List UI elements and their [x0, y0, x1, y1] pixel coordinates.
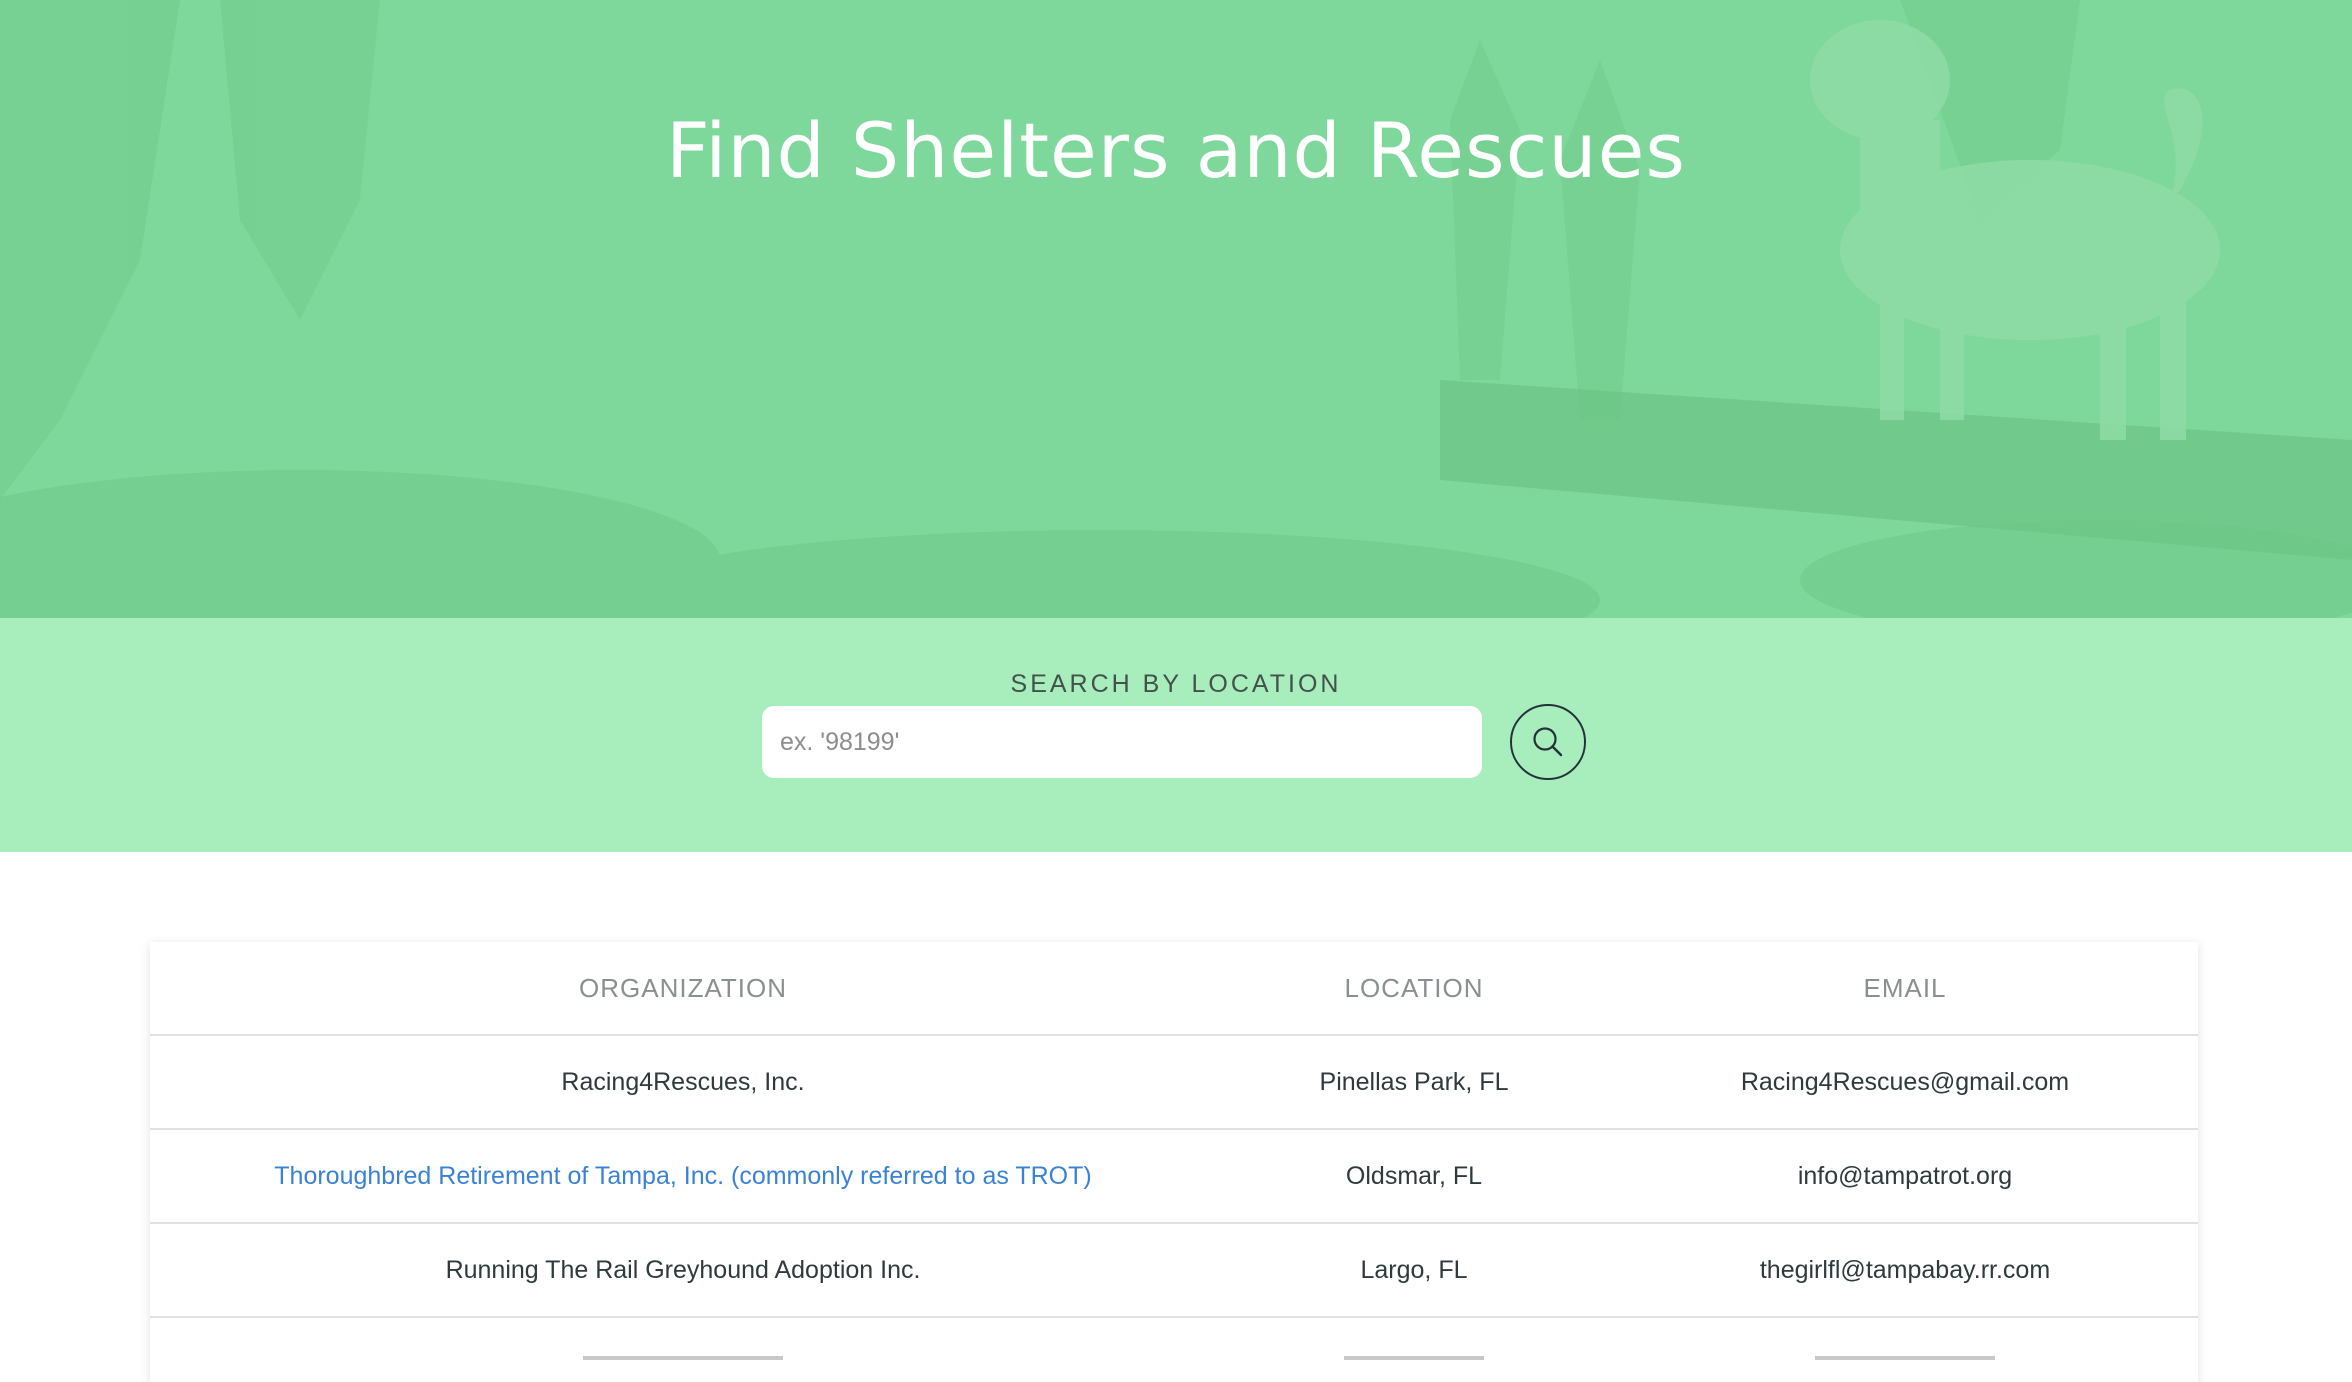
table-row: Running The Rail Greyhound Adoption Inc.… — [150, 1224, 2198, 1318]
search-icon — [1533, 727, 1563, 757]
table-row-partially-visible — [150, 1318, 2198, 1378]
page-title: Find Shelters and Rescues — [666, 106, 1686, 195]
email-cell: thegirlfl@tampabay.rr.com — [1759, 1255, 2051, 1284]
organization-link[interactable]: Thoroughbred Retirement of Tampa, Inc. (… — [150, 1162, 1216, 1191]
table-header-row: ORGANIZATION LOCATION EMAIL — [150, 942, 2198, 1036]
organization-cell-cutoff — [150, 1338, 1216, 1367]
location-cell: Pinellas Park, FL — [1319, 1067, 1509, 1096]
table-row: Thoroughbred Retirement of Tampa, Inc. (… — [150, 1130, 2198, 1224]
shelters-table: ORGANIZATION LOCATION EMAIL Racing4Rescu… — [150, 942, 2198, 1382]
table-row: Racing4Rescues, Inc. Pinellas Park, FL R… — [150, 1036, 2198, 1130]
cutoff-text-fragment — [1344, 1356, 1484, 1360]
location-cell: Largo, FL — [1360, 1255, 1468, 1284]
location-search-input[interactable] — [762, 706, 1482, 778]
cutoff-text-fragment — [1815, 1356, 1995, 1360]
email-cell: info@tampatrot.org — [1797, 1161, 2013, 1190]
cutoff-text-fragment — [583, 1356, 783, 1360]
email-cell-cutoff — [1612, 1338, 2198, 1367]
location-cell: Oldsmar, FL — [1345, 1161, 1483, 1190]
organization-cell: Running The Rail Greyhound Adoption Inc. — [445, 1255, 921, 1284]
search-button[interactable] — [1510, 704, 1586, 780]
column-header-email[interactable]: EMAIL — [1612, 973, 2198, 1004]
hero-background-image — [0, 0, 2352, 618]
email-cell: Racing4Rescues@gmail.com — [1740, 1067, 2070, 1096]
column-header-organization[interactable]: ORGANIZATION — [150, 973, 1216, 1004]
hero-banner: Find Shelters and Rescues — [0, 0, 2352, 618]
search-section: SEARCH BY LOCATION — [0, 618, 2352, 852]
organization-cell: Racing4Rescues, Inc. — [561, 1067, 805, 1096]
location-cell-cutoff — [1216, 1338, 1612, 1367]
search-label: SEARCH BY LOCATION — [1010, 670, 1342, 698]
column-header-location[interactable]: LOCATION — [1216, 973, 1612, 1004]
